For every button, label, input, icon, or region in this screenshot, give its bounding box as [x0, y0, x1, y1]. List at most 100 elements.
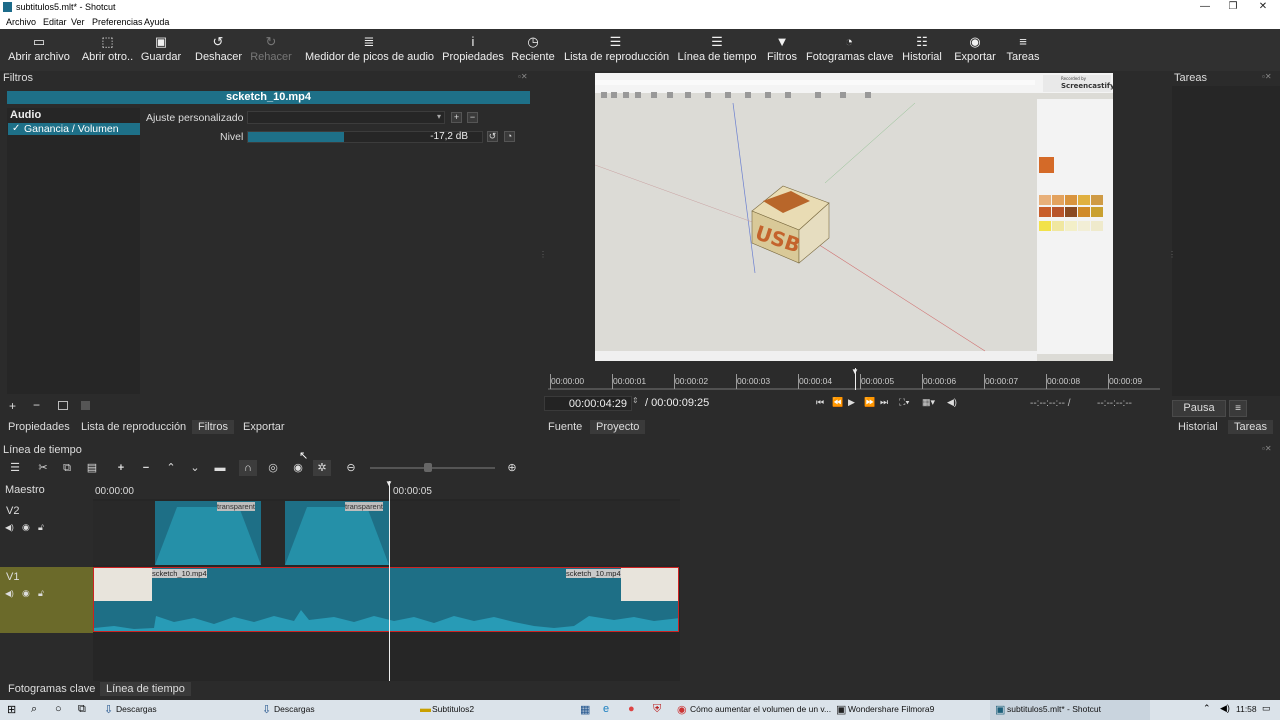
skip-start-icon[interactable]: ⏮: [816, 397, 824, 408]
eye-icon[interactable]: ◉: [22, 588, 30, 599]
fast-forward-icon[interactable]: ⏩: [864, 397, 875, 408]
reset-icon[interactable]: ↺: [487, 131, 498, 142]
filters-button[interactable]: ▼ Filtros: [764, 29, 800, 71]
add-filter-icon[interactable]: +: [9, 399, 16, 413]
tab-filters[interactable]: Filtros: [192, 420, 234, 434]
tab-playlist[interactable]: Lista de reproducción: [75, 420, 192, 434]
timeline-menu-icon[interactable]: ☰: [6, 460, 24, 476]
v2-clip[interactable]: transparent: [285, 501, 389, 565]
store-icon[interactable]: ▦: [580, 703, 590, 716]
v2-clip[interactable]: transparent: [155, 501, 261, 565]
tab-export[interactable]: Exportar: [237, 420, 291, 434]
taskbar-item-descargas-2[interactable]: Descargas: [274, 704, 315, 714]
split-icon[interactable]: ▬: [211, 460, 229, 476]
playlist-button[interactable]: ☰ Lista de reproducción: [564, 29, 669, 71]
timeline-playhead[interactable]: [389, 481, 390, 681]
ripple-all-icon[interactable]: ✲: [313, 460, 331, 476]
zoom-slider-handle[interactable]: [424, 463, 432, 472]
checkbox-icon[interactable]: ✓: [12, 123, 20, 135]
v1-clip[interactable]: scketch_10.mp4 scketch_10.mp4: [93, 567, 679, 632]
right-splitter-handle[interactable]: ⋮: [1168, 250, 1176, 259]
tray-chevron-icon[interactable]: ⌃: [1203, 703, 1211, 714]
track-header-v2[interactable]: V2 ◀) ◉ 🔓︎: [0, 501, 93, 566]
tab-keyframes[interactable]: Fotogramas clave: [2, 682, 101, 696]
append-icon[interactable]: +: [112, 460, 130, 476]
start-icon[interactable]: ⊞: [7, 703, 16, 716]
eye-icon[interactable]: ◉: [22, 522, 30, 533]
mute-icon[interactable]: ◀): [5, 523, 14, 532]
tab-tasks[interactable]: Tareas: [1228, 420, 1274, 434]
timeline-button[interactable]: ☰ Línea de tiempo: [677, 29, 757, 71]
preset-combo[interactable]: ▾: [247, 111, 445, 124]
lock-icon[interactable]: 🔓︎: [38, 588, 44, 599]
tab-timeline[interactable]: Línea de tiempo: [100, 682, 191, 696]
skip-end-icon[interactable]: ⏭: [880, 397, 888, 408]
history-button[interactable]: ☷ Historial: [900, 29, 944, 71]
keyframes-button[interactable]: ◔ Fotogramas clave: [806, 29, 893, 71]
play-icon[interactable]: ▶: [848, 397, 855, 408]
remove-filter-icon[interactable]: −: [33, 398, 40, 412]
paste-filter-icon[interactable]: [81, 401, 90, 410]
tasks-dock-close-icon[interactable]: ▫✕: [1262, 72, 1272, 81]
timecode-field[interactable]: 00:00:04:29: [544, 396, 632, 411]
pause-button[interactable]: Pausa: [1172, 400, 1226, 417]
tab-properties[interactable]: Propiedades: [2, 420, 76, 434]
taskbar-item-descargas[interactable]: Descargas: [116, 704, 157, 714]
cortana-icon[interactable]: ○: [55, 703, 62, 715]
timecode-spinner-icon[interactable]: ⇕: [632, 396, 639, 405]
zoom-view-icon[interactable]: ⛶▾: [899, 397, 910, 408]
remove-preset-button[interactable]: −: [467, 112, 478, 123]
firefox-icon[interactable]: ●: [628, 703, 635, 715]
taskbar-item-shotcut[interactable]: subtitulos5.mlt* - Shotcut: [1007, 704, 1101, 714]
viewer-ruler[interactable]: 00:00:00 00:00:01 00:00:02 00:00:03 00:00:04…: [548, 367, 1160, 390]
video-viewer[interactable]: USB Recorded by Screencastify: [595, 73, 1113, 361]
undo-button[interactable]: ↺ Deshacer: [195, 29, 242, 71]
taskbar-item-browser[interactable]: Cómo aumentar el volumen de un v...: [690, 704, 831, 714]
menu-ayuda[interactable]: Ayuda: [144, 17, 169, 27]
edge-icon[interactable]: e: [603, 703, 609, 715]
grid-icon[interactable]: ▦▾: [922, 397, 935, 408]
mute-icon[interactable]: ◀): [5, 589, 14, 598]
filter-item-gain[interactable]: ✓ Ganancia / Volumen: [8, 123, 140, 135]
menu-editar[interactable]: Editar: [43, 17, 67, 27]
audio-meter-button[interactable]: ≣ Medidor de picos de audio: [305, 29, 434, 71]
antivirus-icon[interactable]: ⛨: [653, 703, 661, 716]
cut-icon[interactable]: ✂: [34, 460, 52, 476]
ripple-icon[interactable]: ◉: [289, 460, 307, 476]
snap-icon[interactable]: ∩: [239, 460, 257, 476]
zoom-out-icon[interactable]: ⊖: [342, 460, 360, 476]
level-slider[interactable]: -17,2 dB: [247, 131, 483, 143]
menu-archivo[interactable]: Archivo: [6, 17, 36, 27]
filter-list[interactable]: Audio ✓ Ganancia / Volumen: [7, 108, 140, 394]
dock-float-close-icon[interactable]: ▫✕: [518, 72, 528, 81]
rewind-icon[interactable]: ⏪: [832, 397, 843, 408]
tasks-menu-icon[interactable]: ≡: [1229, 400, 1247, 417]
splitter-handle[interactable]: ⋮: [539, 250, 547, 259]
scrub-icon[interactable]: ◎: [264, 460, 282, 476]
timeline-tracks[interactable]: 00:00:00 00:00:05 transparent transparen…: [93, 479, 680, 681]
open-other-button[interactable]: ⬚ Abrir otro..: [80, 29, 135, 71]
keyframe-toggle-icon[interactable]: ◔: [504, 131, 515, 142]
copy-filter-icon[interactable]: [58, 401, 68, 410]
timeline-dock-close-icon[interactable]: ▫✕: [1262, 444, 1272, 453]
taskbar-item-filmora[interactable]: Wondershare Filmora9: [848, 704, 934, 714]
tasks-list[interactable]: [1172, 86, 1280, 396]
track-header-v1[interactable]: V1 ◀) ◉ 🔓︎: [0, 567, 93, 633]
zoom-in-icon[interactable]: ⊕: [503, 460, 521, 476]
tab-source[interactable]: Fuente: [542, 420, 588, 434]
redo-button[interactable]: ↻ Rehacer: [250, 29, 292, 71]
volume-icon[interactable]: ◀): [947, 397, 957, 408]
remove-icon[interactable]: −: [137, 460, 155, 476]
zoom-slider[interactable]: [370, 467, 495, 469]
properties-button[interactable]: i Propiedades: [442, 29, 504, 71]
taskbar-item-subtitulos2[interactable]: Subtitulos2: [432, 704, 474, 714]
save-button[interactable]: ▣ Guardar: [140, 29, 182, 71]
copy-icon[interactable]: ⧉: [58, 460, 76, 476]
overwrite-icon[interactable]: ⌄: [186, 460, 204, 476]
menu-preferencias[interactable]: Preferencias: [92, 17, 143, 27]
tasks-button[interactable]: ≡ Tareas: [1005, 29, 1041, 71]
tab-project[interactable]: Proyecto: [590, 420, 646, 434]
search-icon[interactable]: ⌕: [31, 703, 37, 716]
menu-ver[interactable]: Ver: [71, 17, 85, 27]
lift-icon[interactable]: ⌃: [162, 460, 180, 476]
